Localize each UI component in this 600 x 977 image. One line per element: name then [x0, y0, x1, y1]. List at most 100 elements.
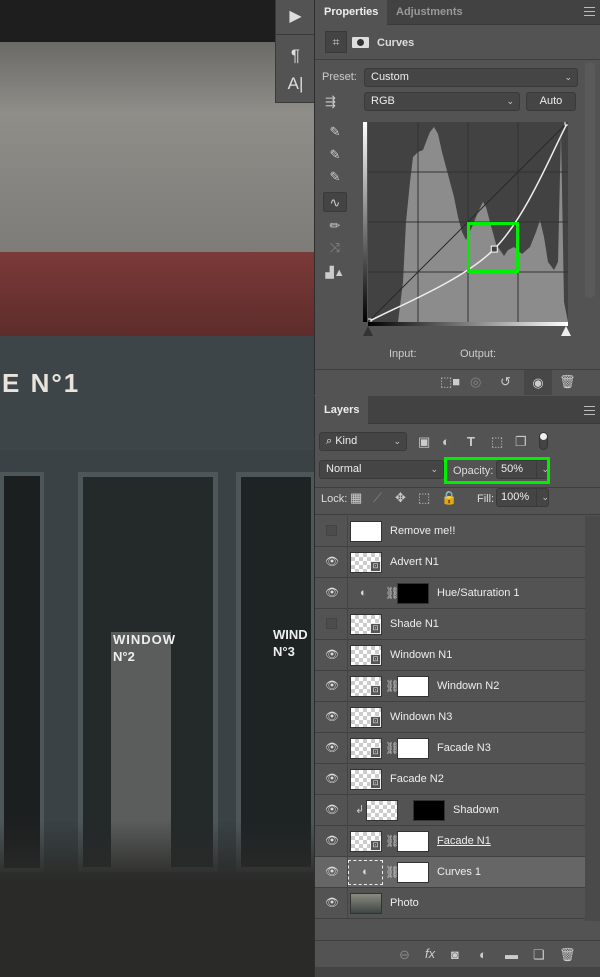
- panel-menu-icon[interactable]: [584, 406, 595, 415]
- new-adjustment-icon[interactable]: ◐: [479, 947, 487, 962]
- visibility-toggle[interactable]: [326, 525, 337, 536]
- document-canvas[interactable]: E N°1 WINDOW N°2 WIND N°3: [0, 0, 314, 977]
- mask-thumbnail[interactable]: [397, 831, 429, 852]
- fill-field[interactable]: 100% ⌄: [496, 488, 549, 507]
- black-point-slider[interactable]: [363, 326, 373, 336]
- lock-all-icon[interactable]: 🔒: [441, 490, 457, 506]
- pixel-filter-icon[interactable]: ▣: [418, 434, 430, 450]
- lock-transparent-icon[interactable]: ▦: [350, 490, 362, 506]
- layer-name: Hue/Saturation 1: [437, 587, 520, 599]
- output-label: Output:: [460, 348, 497, 360]
- layer-row[interactable]: 👁 ⊡ Facade N2: [315, 764, 585, 795]
- eye-icon[interactable]: 👁: [325, 588, 339, 599]
- fx-icon[interactable]: fx: [425, 946, 435, 961]
- eye-icon[interactable]: 👁: [325, 650, 339, 661]
- delete-icon[interactable]: 🗑: [559, 374, 576, 390]
- pencil-icon[interactable]: ✏: [325, 216, 345, 236]
- eye-icon[interactable]: 👁: [325, 712, 339, 723]
- view-previous-icon[interactable]: ◎: [470, 374, 481, 390]
- link-icon[interactable]: ⛓: [385, 864, 400, 880]
- link-icon[interactable]: ⛓: [385, 585, 400, 601]
- layer-row[interactable]: 👁 ⊡ ⛓ Windown N2: [315, 671, 585, 702]
- curve-point-tool-icon[interactable]: ∿: [323, 192, 347, 212]
- tab-layers[interactable]: Layers: [315, 396, 368, 424]
- layer-row[interactable]: 👁 ⊡ ⛓ Facade N3: [315, 733, 585, 764]
- layer-row[interactable]: 👁 ⊡ Windown N3: [315, 702, 585, 733]
- panel-menu-icon[interactable]: [584, 7, 595, 16]
- eye-icon[interactable]: 👁: [325, 898, 339, 909]
- scrollbar[interactable]: [585, 516, 600, 921]
- scrollbar[interactable]: [585, 62, 595, 298]
- layer-name: Windown N3: [390, 711, 453, 723]
- preset-select[interactable]: Custom ⌄: [364, 68, 578, 87]
- layer-row[interactable]: 👁 Photo: [315, 888, 585, 919]
- chevron-down-icon[interactable]: ⌄: [536, 489, 549, 506]
- layer-row[interactable]: 👁 ↲ Shadown: [315, 795, 585, 826]
- resize-handle[interactable]: [315, 967, 600, 977]
- tab-adjustments[interactable]: Adjustments: [387, 0, 472, 25]
- black-eyedropper-icon[interactable]: ✎: [325, 122, 345, 142]
- link-layers-icon[interactable]: ⊖: [399, 947, 410, 963]
- white-eyedropper-icon[interactable]: ✎: [325, 167, 345, 187]
- lock-position-icon[interactable]: ✥: [395, 490, 406, 506]
- visibility-toggle[interactable]: [326, 618, 337, 629]
- link-icon[interactable]: ⛓: [385, 833, 400, 849]
- mask-thumbnail[interactable]: [397, 862, 429, 883]
- layer-name: Facade N3: [437, 742, 491, 754]
- filter-toggle[interactable]: [539, 432, 548, 450]
- paragraph-icon[interactable]: ¶: [276, 46, 315, 66]
- channel-select[interactable]: RGB ⌄: [364, 92, 520, 111]
- eye-icon[interactable]: 👁: [325, 681, 339, 692]
- filter-kind-select[interactable]: ⌕ Kind ⌄: [319, 432, 407, 451]
- new-group-icon[interactable]: ▬: [505, 947, 518, 962]
- smooth-icon[interactable]: ⤨: [325, 238, 345, 258]
- photo-storefront: WINDOW N°2 WIND N°3: [0, 450, 314, 977]
- add-mask-icon[interactable]: ◙: [451, 947, 459, 962]
- clipping-warning-icon[interactable]: ▟▲: [325, 263, 345, 283]
- tab-properties[interactable]: Properties: [315, 0, 388, 25]
- mask-thumbnail[interactable]: [413, 800, 445, 821]
- mask-thumbnail[interactable]: [397, 583, 429, 604]
- eye-icon[interactable]: 👁: [325, 805, 339, 816]
- curves-icon[interactable]: ⌗: [325, 31, 347, 53]
- layer-row[interactable]: 👁 ◐ ⛓ Hue/Saturation 1: [315, 578, 585, 609]
- eye-icon[interactable]: 👁: [325, 743, 339, 754]
- layer-row[interactable]: 👁 ⊡ Windown N1: [315, 640, 585, 671]
- delete-layer-icon[interactable]: 🗑: [559, 947, 576, 963]
- curve-control-point[interactable]: [368, 318, 372, 322]
- shape-filter-icon[interactable]: ⬚: [491, 434, 503, 450]
- layer-row[interactable]: 👁 ◐ ⛓ Curves 1: [315, 857, 585, 888]
- lock-artboard-icon[interactable]: ⬚: [418, 490, 430, 506]
- smart-object-filter-icon[interactable]: ❐: [515, 434, 527, 450]
- gray-eyedropper-icon[interactable]: ✎: [325, 145, 345, 165]
- lock-pixels-icon[interactable]: ⟋: [373, 490, 382, 506]
- mask-thumbnail[interactable]: [397, 738, 429, 759]
- photo-top: [0, 0, 314, 42]
- layer-row[interactable]: ⊡ Shade N1: [315, 609, 585, 640]
- layers-tabbar: Layers: [315, 396, 600, 424]
- white-point-slider[interactable]: [561, 326, 571, 336]
- eye-icon[interactable]: 👁: [325, 557, 339, 568]
- layer-row[interactable]: 👁 ⊡ ⛓ Facade N1: [315, 826, 585, 857]
- eye-icon[interactable]: 👁: [325, 867, 339, 878]
- type-filter-icon[interactable]: T: [467, 434, 475, 449]
- new-layer-icon[interactable]: ❏: [533, 947, 545, 963]
- mask-thumbnail[interactable]: [397, 676, 429, 697]
- link-icon[interactable]: ⛓: [385, 740, 400, 756]
- layer-row[interactable]: Remove me!!: [315, 516, 585, 547]
- clip-to-layer-icon[interactable]: ⬚■: [440, 374, 460, 390]
- layer-row[interactable]: 👁 ⊡ Advert N1: [315, 547, 585, 578]
- reset-icon[interactable]: ↺: [500, 374, 511, 390]
- visibility-eye-icon[interactable]: ◉: [524, 370, 552, 395]
- play-icon[interactable]: ▶: [276, 6, 315, 26]
- adjustment-filter-icon[interactable]: ◐: [442, 434, 450, 449]
- eye-icon[interactable]: 👁: [325, 836, 339, 847]
- curve-control-point[interactable]: [564, 122, 568, 126]
- mask-icon[interactable]: [352, 37, 369, 48]
- character-icon[interactable]: A|: [276, 74, 315, 94]
- blend-mode-select[interactable]: Normal ⌄: [319, 460, 444, 479]
- auto-button[interactable]: Auto: [526, 92, 576, 111]
- target-adjust-icon[interactable]: ⇶: [325, 94, 336, 110]
- eye-icon[interactable]: 👁: [325, 774, 339, 785]
- link-icon[interactable]: ⛓: [385, 678, 400, 694]
